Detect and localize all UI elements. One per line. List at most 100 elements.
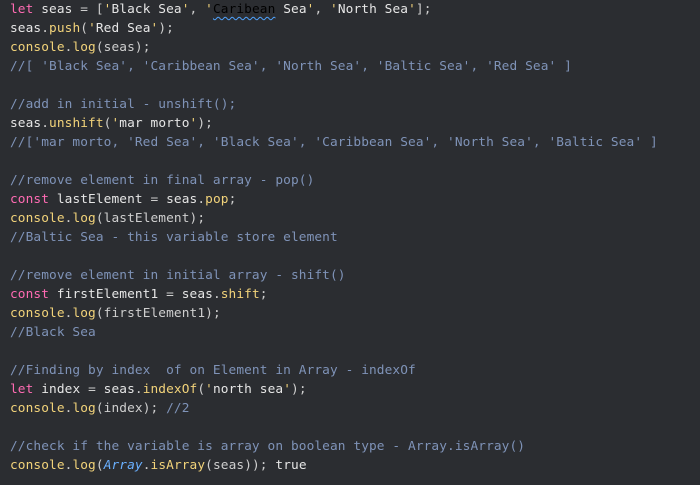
code-token: , <box>189 2 206 17</box>
code-token: ; <box>259 287 268 302</box>
code-line[interactable]: //add in initial - unshift(); <box>10 95 658 114</box>
code-token: seas <box>166 192 198 207</box>
code-token: log <box>72 401 96 416</box>
code-token: lastElement <box>49 192 151 207</box>
code-token: let <box>10 382 34 397</box>
code-token: . <box>142 458 151 473</box>
code-token: ]; <box>415 2 432 17</box>
code-token: Array <box>103 458 143 473</box>
code-editor[interactable]: let seas = ['Black Sea', 'Caribean Sea',… <box>0 0 700 485</box>
code-token: ' <box>205 382 213 397</box>
code-line[interactable]: //remove element in final array - pop() <box>10 171 658 190</box>
code-token: North Sea <box>337 2 409 17</box>
code-line[interactable]: console.log(firstElement1); <box>10 304 658 323</box>
code-token: Caribean <box>212 2 276 17</box>
code-line[interactable]: console.log(lastElement); <box>10 209 658 228</box>
code-token: (lastElement); <box>95 211 206 226</box>
code-line[interactable]: //remove element in initial array - shif… <box>10 266 658 285</box>
code-line[interactable] <box>10 76 658 95</box>
code-token: (seas); <box>95 40 151 55</box>
code-token: (seas)); <box>205 458 276 473</box>
code-token: ' <box>88 21 96 36</box>
code-token: const <box>10 287 50 302</box>
code-token: = <box>150 192 167 207</box>
code-token: = <box>88 382 104 397</box>
code-line[interactable]: seas.unshift('mar morto'); <box>10 114 658 133</box>
code-token: mar morto <box>119 116 190 131</box>
code-token: //Finding by index of on Element in Arra… <box>10 363 416 378</box>
code-token: ( <box>80 21 89 36</box>
code-token: ; <box>228 192 237 207</box>
code-token: //Black Sea <box>10 325 96 340</box>
code-token: = [ <box>80 2 104 17</box>
code-token: pop <box>205 192 229 207</box>
code-token: seas <box>103 382 135 397</box>
code-token: (index); <box>95 401 167 416</box>
code-token: true <box>275 458 307 473</box>
code-token: //check if the variable is array on bool… <box>10 439 526 454</box>
code-token: north sea <box>212 382 284 397</box>
code-line[interactable]: const lastElement = seas.pop; <box>10 190 658 209</box>
code-line[interactable] <box>10 247 658 266</box>
code-token: //remove element in initial array - shif… <box>10 268 346 283</box>
code-token: log <box>72 306 96 321</box>
code-token: (firstElement1); <box>95 306 221 321</box>
code-token: Sea <box>275 2 307 17</box>
code-line[interactable]: seas.push('Red Sea'); <box>10 19 658 38</box>
code-line[interactable]: console.log(seas); <box>10 38 658 57</box>
code-token: . <box>197 192 206 207</box>
code-token: seas <box>181 287 213 302</box>
code-line[interactable]: let index = seas.indexOf('north sea'); <box>10 380 658 399</box>
code-token: ); <box>158 21 174 36</box>
code-token: seas <box>10 21 42 36</box>
code-token: . <box>41 21 50 36</box>
code-token: console <box>10 401 65 416</box>
code-token: seas <box>33 2 81 17</box>
code-token: ( <box>95 458 104 473</box>
code-line[interactable] <box>10 418 658 437</box>
code-token: Red Sea <box>95 21 151 36</box>
code-token: //Baltic Sea - this variable store eleme… <box>10 230 338 245</box>
code-line[interactable]: //Finding by index of on Element in Arra… <box>10 361 658 380</box>
code-line[interactable] <box>10 152 658 171</box>
code-token: ' <box>408 2 416 17</box>
code-token: push <box>49 21 81 36</box>
code-line[interactable]: //Baltic Sea - this variable store eleme… <box>10 228 658 247</box>
code-line[interactable]: //['mar morto, 'Red Sea', 'Black Sea', '… <box>10 133 658 152</box>
code-token: ' <box>283 382 292 397</box>
code-line[interactable]: let seas = ['Black Sea', 'Caribean Sea',… <box>10 0 658 19</box>
code-token: isArray <box>150 458 206 473</box>
code-token: //2 <box>166 401 190 416</box>
code-token: . <box>41 116 50 131</box>
code-token: //remove element in final array - pop() <box>10 173 315 188</box>
code-token: seas <box>10 116 42 131</box>
code-line[interactable]: //check if the variable is array on bool… <box>10 437 658 456</box>
code-token: firstElement1 <box>49 287 167 302</box>
code-lines: let seas = ['Black Sea', 'Caribean Sea',… <box>10 0 658 475</box>
code-token: log <box>72 40 96 55</box>
code-token: ( <box>197 382 206 397</box>
code-line[interactable] <box>10 342 658 361</box>
code-token: log <box>72 211 96 226</box>
code-token: ); <box>291 382 307 397</box>
code-token: . <box>134 382 143 397</box>
code-token: log <box>72 458 96 473</box>
code-token: = <box>166 287 182 302</box>
code-token: //['mar morto, 'Red Sea', 'Black Sea', '… <box>10 135 658 150</box>
code-token: ); <box>197 116 213 131</box>
code-line[interactable]: //Black Sea <box>10 323 658 342</box>
code-token: console <box>10 458 65 473</box>
code-token: //[ 'Black Sea', 'Caribbean Sea', 'North… <box>10 59 572 74</box>
code-line[interactable]: const firstElement1 = seas.shift; <box>10 285 658 304</box>
code-line[interactable]: console.log(Array.isArray(seas)); true <box>10 456 658 475</box>
code-token: index <box>33 382 89 397</box>
code-line[interactable]: //[ 'Black Sea', 'Caribbean Sea', 'North… <box>10 57 658 76</box>
code-token: Black Sea <box>111 2 182 17</box>
code-token: console <box>10 306 65 321</box>
code-token: ' <box>330 2 338 17</box>
code-line[interactable]: console.log(index); //2 <box>10 399 658 418</box>
code-token: //add in initial - unshift(); <box>10 97 237 112</box>
code-token: indexOf <box>142 382 198 397</box>
code-token: console <box>10 40 65 55</box>
code-token: let <box>10 2 34 17</box>
